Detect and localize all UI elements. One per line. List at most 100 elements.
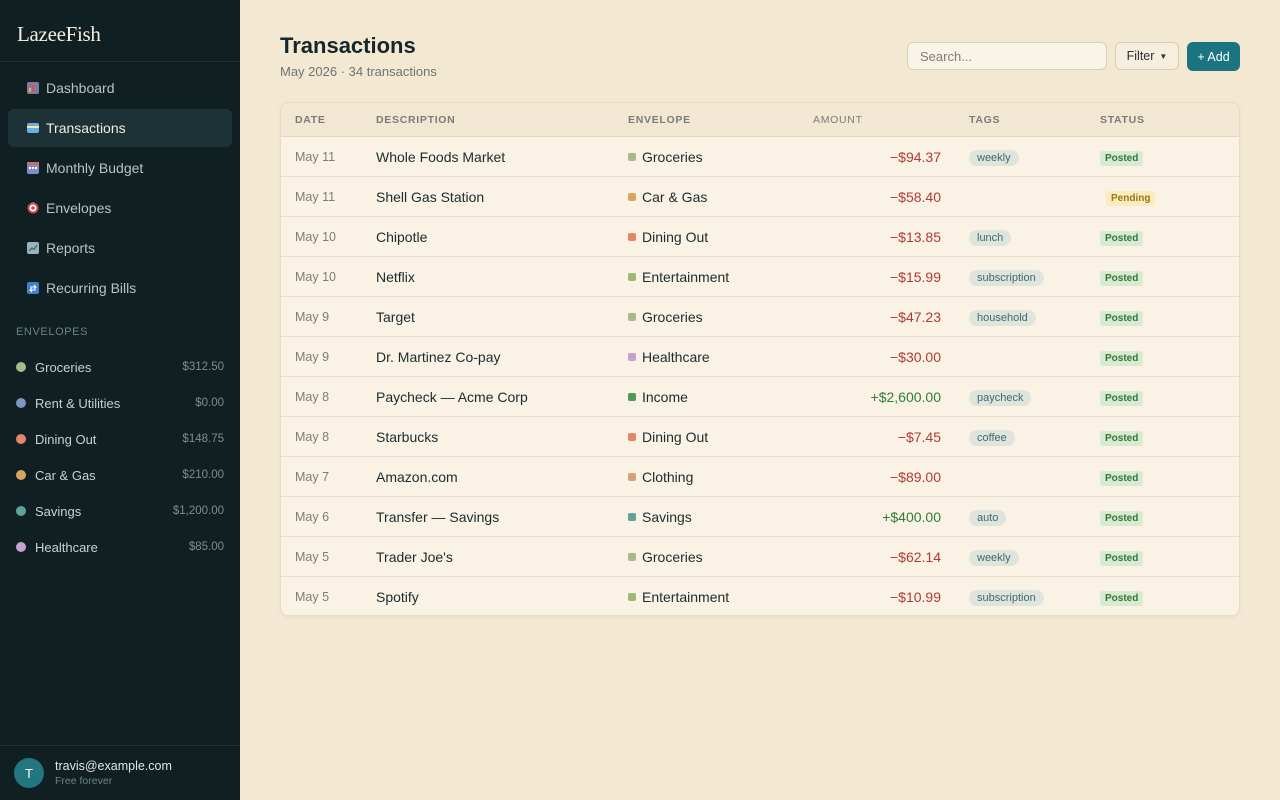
filter-label: Filter bbox=[1126, 49, 1155, 63]
user-plan: Free forever bbox=[55, 775, 113, 787]
cell-amount: −$30.00 bbox=[890, 348, 941, 365]
sidebar-item-monthly-budget[interactable]: Monthly Budget bbox=[8, 149, 232, 187]
envelope-color-dot bbox=[16, 362, 26, 372]
envelope-color-dot bbox=[16, 470, 26, 480]
column-header-envelope[interactable]: ENVELOPE bbox=[628, 114, 780, 126]
tag-pill[interactable]: weekly bbox=[969, 149, 1019, 166]
cell-amount: −$58.40 bbox=[890, 188, 941, 205]
tag-pill[interactable]: auto bbox=[969, 509, 1007, 526]
tag-pill[interactable]: paycheck bbox=[969, 389, 1032, 406]
table-row[interactable]: May 6 Transfer — Savings Savings +$400.00 au… bbox=[281, 497, 1239, 537]
cell-tags: household bbox=[941, 308, 1100, 326]
tag-pill[interactable]: coffee bbox=[969, 429, 1015, 446]
sidebar-item-recurring-bills[interactable]: Recurring Bills bbox=[8, 269, 232, 307]
table-row[interactable]: May 10 Netflix Entertainment −$15.99 subscri… bbox=[281, 257, 1239, 297]
envelope-color-dot bbox=[16, 506, 26, 516]
sidebar-item-transactions[interactable]: Transactions bbox=[8, 109, 232, 147]
status-badge: Posted bbox=[1100, 591, 1144, 606]
envelope-item-savings[interactable]: Savings $1,200.00 bbox=[16, 493, 224, 529]
envelope-name: Savings bbox=[35, 503, 82, 519]
column-header-status[interactable]: STATUS bbox=[1100, 114, 1239, 126]
cell-date: May 5 bbox=[295, 549, 330, 564]
table-row[interactable]: May 11 Shell Gas Station Car & Gas −$58.40 P… bbox=[281, 177, 1239, 217]
envelope-color-dot bbox=[16, 542, 26, 552]
cell-tags: weekly bbox=[941, 148, 1100, 166]
tag-pill[interactable]: subscription bbox=[969, 590, 1044, 606]
envelope-amount: $0.00 bbox=[195, 397, 224, 409]
search-input[interactable] bbox=[907, 42, 1107, 70]
cell-status: Posted bbox=[1100, 588, 1239, 606]
envelope-color-square bbox=[628, 192, 636, 201]
envelope-item-groceries[interactable]: Groceries $312.50 bbox=[16, 349, 224, 385]
envelope-label: Groceries bbox=[642, 548, 703, 565]
tag-pill[interactable]: subscription bbox=[969, 269, 1044, 286]
app-logo[interactable]: LazeeFish bbox=[17, 22, 101, 47]
sidebar-item-reports[interactable]: Reports bbox=[8, 229, 232, 267]
envelope-color-dot bbox=[16, 434, 26, 444]
cell-amount: +$400.00 bbox=[882, 508, 941, 525]
cell-envelope: Clothing bbox=[628, 469, 780, 485]
page-subtitle: May 2026 · 34 transactions bbox=[280, 64, 437, 79]
cell-tags: coffee bbox=[941, 428, 1100, 446]
envelope-label: Clothing bbox=[642, 468, 694, 485]
table-row[interactable]: May 9 Target Groceries −$47.23 household Post… bbox=[281, 297, 1239, 337]
table-row[interactable]: May 11 Whole Foods Market Groceries −$94.37… bbox=[281, 137, 1239, 177]
envelope-color-square bbox=[628, 352, 636, 361]
status-badge: Posted bbox=[1100, 390, 1144, 406]
tag-pill[interactable]: lunch bbox=[969, 229, 1012, 246]
column-header-tags[interactable]: TAGS bbox=[941, 114, 1100, 126]
envelope-item-car-gas[interactable]: Car & Gas $210.00 bbox=[16, 457, 224, 493]
envelope-item-rent-utilities[interactable]: Rent & Utilities $0.00 bbox=[16, 385, 224, 421]
sidebar-item-dashboard[interactable]: Dashboard bbox=[8, 69, 232, 107]
cell-status: Posted bbox=[1100, 308, 1239, 326]
column-header-amount[interactable]: AMOUNT bbox=[780, 114, 941, 126]
table-row[interactable]: May 9 Dr. Martinez Co-pay Healthcare −$30.0… bbox=[281, 337, 1239, 377]
cell-envelope: Entertainment bbox=[628, 589, 780, 605]
cell-description: Paycheck — Acme Corp bbox=[376, 388, 528, 405]
envelope-color-square bbox=[628, 593, 636, 601]
cell-status: Posted bbox=[1100, 148, 1239, 166]
table-body: May 11 Whole Foods Market Groceries −$94.37… bbox=[281, 137, 1239, 615]
envelope-item-dining-out[interactable]: Dining Out $148.75 bbox=[16, 421, 224, 457]
table-row[interactable]: May 5 Spotify Entertainment −$10.99 subscrip… bbox=[281, 577, 1239, 615]
table-row[interactable]: May 8 Starbucks Dining Out −$7.45 coffee Post… bbox=[281, 417, 1239, 457]
tag-pill[interactable]: household bbox=[969, 309, 1036, 326]
cell-envelope: Healthcare bbox=[628, 349, 780, 365]
cell-tags: subscription bbox=[941, 588, 1100, 606]
table-row[interactable]: May 5 Trader Joe's Groceries −$62.14 weekly P… bbox=[281, 537, 1239, 577]
avatar[interactable]: T bbox=[14, 758, 44, 788]
envelope-item-healthcare[interactable]: Healthcare $85.00 bbox=[16, 529, 224, 565]
table-row[interactable]: May 7 Amazon.com Clothing −$89.00 Posted bbox=[281, 457, 1239, 497]
dashboard-icon bbox=[27, 82, 39, 94]
table-row[interactable]: May 8 Paycheck — Acme Corp Income +$2,600.0… bbox=[281, 377, 1239, 417]
cell-amount: +$2,600.00 bbox=[870, 388, 941, 405]
cell-amount: −$89.00 bbox=[890, 468, 941, 485]
column-header-description[interactable]: DESCRIPTION bbox=[376, 114, 628, 126]
envelope-label: Groceries bbox=[642, 308, 703, 325]
sidebar-item-envelopes[interactable]: Envelopes bbox=[8, 189, 232, 227]
sidebar-item-label: Envelopes bbox=[46, 200, 112, 216]
tag-pill[interactable]: weekly bbox=[969, 549, 1019, 566]
envelope-label: Groceries bbox=[642, 148, 703, 165]
cell-description: Dr. Martinez Co-pay bbox=[376, 348, 501, 365]
envelope-color-square bbox=[628, 312, 636, 321]
cell-description: Starbucks bbox=[376, 428, 439, 445]
filter-button[interactable]: Filter ▼ bbox=[1115, 42, 1179, 70]
cell-description: Target bbox=[376, 308, 415, 325]
envelope-label: Savings bbox=[642, 508, 692, 525]
target-icon bbox=[27, 202, 39, 214]
status-badge: Posted bbox=[1100, 510, 1144, 526]
column-header-date[interactable]: DATE bbox=[281, 114, 376, 126]
table-row[interactable]: May 10 Chipotle Dining Out −$13.85 lunch Post… bbox=[281, 217, 1239, 257]
add-transaction-button[interactable]: + Add bbox=[1187, 42, 1240, 71]
cell-tags: weekly bbox=[941, 548, 1100, 566]
cell-envelope: Savings bbox=[628, 509, 780, 525]
sidebar-item-label: Monthly Budget bbox=[46, 160, 144, 176]
user-email[interactable]: travis@example.com bbox=[55, 759, 172, 773]
calendar-icon bbox=[27, 162, 39, 174]
envelope-label: Dining Out bbox=[642, 428, 709, 445]
cell-status: Posted bbox=[1100, 388, 1239, 406]
envelope-color-square bbox=[628, 472, 636, 481]
status-badge: Posted bbox=[1100, 310, 1144, 326]
chevron-down-icon: ▼ bbox=[1159, 51, 1168, 61]
